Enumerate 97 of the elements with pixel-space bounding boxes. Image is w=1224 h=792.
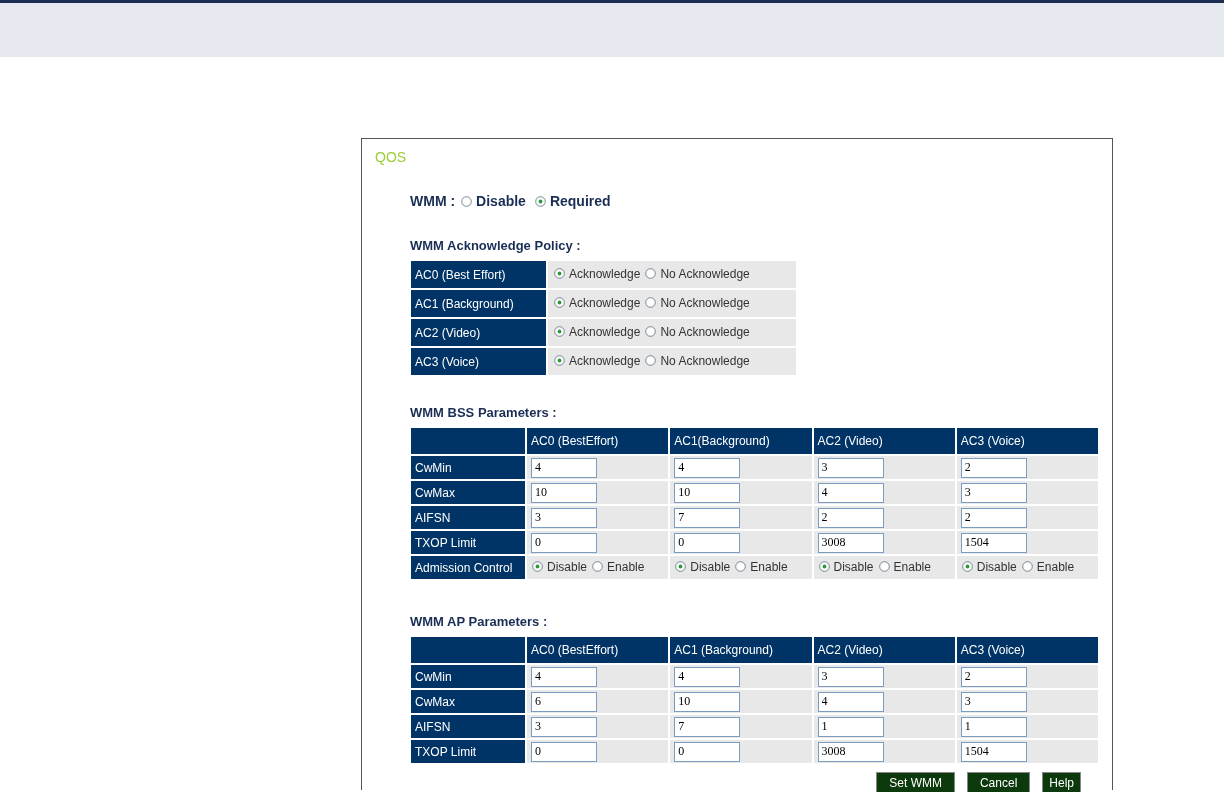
- radio-button[interactable]: [534, 195, 546, 207]
- radio-button[interactable]: [554, 355, 565, 367]
- input-field[interactable]: 0: [531, 741, 597, 762]
- column-header: AC2 (Video): [813, 637, 955, 663]
- option-label: Acknowledge: [569, 266, 641, 281]
- input-field[interactable]: 4: [817, 482, 884, 503]
- radio-button[interactable]: [735, 561, 747, 573]
- input-field[interactable]: 3: [960, 482, 1027, 503]
- input-field[interactable]: 10: [531, 482, 597, 503]
- input-field[interactable]: 6: [531, 691, 597, 712]
- input-field[interactable]: 1: [817, 716, 884, 737]
- input-field[interactable]: 7: [674, 507, 741, 528]
- option-label: Disable: [547, 559, 588, 574]
- input-field[interactable]: 7: [674, 716, 741, 737]
- row-label: AC3 (Voice): [411, 348, 546, 375]
- row-label: TXOP Limit: [411, 740, 525, 763]
- radio-button[interactable]: [645, 297, 657, 309]
- radio-button[interactable]: [1021, 561, 1033, 573]
- option-label: Acknowledge: [569, 324, 641, 339]
- input-field[interactable]: 10: [674, 482, 741, 503]
- input-field[interactable]: 2: [960, 666, 1027, 687]
- row-label: CwMin: [411, 456, 525, 479]
- form-button[interactable]: Help: [1042, 772, 1081, 792]
- radio-button[interactable]: [554, 268, 565, 280]
- input-field[interactable]: 1: [960, 716, 1027, 737]
- input-field[interactable]: 3008: [817, 532, 884, 553]
- form-button[interactable]: Cancel: [966, 772, 1031, 792]
- section-heading: WMM Acknowledge Policy :: [410, 238, 582, 253]
- wmm-label: WMM :: [410, 193, 456, 209]
- column-header: AC0 (BestEffort): [527, 637, 669, 663]
- input-field[interactable]: 4: [674, 666, 741, 687]
- input-field[interactable]: 3: [531, 716, 597, 737]
- radio-button[interactable]: [554, 297, 565, 309]
- row-label: TXOP Limit: [411, 531, 525, 554]
- radio-button[interactable]: [645, 268, 657, 280]
- radio-button[interactable]: [461, 195, 473, 207]
- section-heading: WMM BSS Parameters :: [410, 405, 558, 420]
- option-label: No Acknowledge: [660, 295, 750, 310]
- input-field[interactable]: 2: [817, 507, 884, 528]
- option-label: Enable: [893, 559, 931, 574]
- radio-button[interactable]: [961, 561, 973, 573]
- input-field[interactable]: 4: [674, 457, 741, 478]
- column-header: AC1(Background): [670, 428, 812, 454]
- section-heading: WMM AP Parameters :: [410, 614, 549, 629]
- option-label: Enable: [1036, 559, 1075, 574]
- input-field[interactable]: 3: [817, 457, 884, 478]
- input-field[interactable]: 0: [531, 532, 597, 553]
- column-header: AC2 (Video): [813, 428, 955, 454]
- row-label: AIFSN: [411, 506, 525, 529]
- page-title: QOS: [374, 148, 408, 165]
- radio-button[interactable]: [532, 561, 543, 573]
- radio-button[interactable]: [645, 326, 657, 338]
- row-label: CwMin: [411, 665, 525, 688]
- input-field[interactable]: 0: [674, 741, 741, 762]
- row-label: AC2 (Video): [411, 319, 546, 346]
- option-label: Acknowledge: [569, 353, 641, 368]
- input-field[interactable]: 3: [817, 666, 884, 687]
- row-label: CwMax: [411, 481, 525, 504]
- option-label: Enable: [607, 559, 645, 574]
- input-field[interactable]: 0: [674, 532, 741, 553]
- input-field[interactable]: 10: [674, 691, 741, 712]
- radio-button[interactable]: [592, 561, 604, 573]
- column-header: AC3 (Voice): [956, 428, 1098, 454]
- radio-button[interactable]: [818, 561, 830, 573]
- input-field[interactable]: 3: [960, 691, 1027, 712]
- radio-button[interactable]: [645, 355, 657, 367]
- row-label: AC1 (Background): [411, 290, 546, 317]
- row-label: AC0 (Best Effort): [411, 261, 546, 288]
- option-label: Required: [549, 193, 611, 209]
- column-header: AC1 (Background): [670, 637, 812, 663]
- option-label: No Acknowledge: [660, 324, 750, 339]
- column-header: AC3 (Voice): [956, 637, 1098, 663]
- option-label: Disable: [833, 559, 874, 574]
- option-label: Enable: [750, 559, 788, 574]
- radio-button[interactable]: [878, 561, 890, 573]
- input-field[interactable]: 2: [960, 507, 1027, 528]
- option-label: No Acknowledge: [660, 266, 750, 281]
- input-field[interactable]: 1504: [960, 741, 1027, 762]
- row-label: Admission Control: [411, 556, 525, 579]
- input-field[interactable]: 1504: [960, 532, 1027, 553]
- radio-button[interactable]: [554, 326, 565, 338]
- option-label: Disable: [476, 193, 526, 209]
- input-field[interactable]: 3: [531, 507, 597, 528]
- row-label: AIFSN: [411, 715, 525, 738]
- input-field[interactable]: 4: [531, 666, 597, 687]
- option-label: Acknowledge: [569, 295, 641, 310]
- input-field[interactable]: 4: [531, 457, 597, 478]
- option-label: Disable: [976, 559, 1017, 574]
- input-field[interactable]: 3008: [817, 741, 884, 762]
- input-field[interactable]: 4: [817, 691, 884, 712]
- radio-button[interactable]: [675, 561, 687, 573]
- option-label: Disable: [690, 559, 731, 574]
- row-label: CwMax: [411, 690, 525, 713]
- form-button[interactable]: Set WMM: [876, 772, 955, 792]
- input-field[interactable]: 2: [960, 457, 1027, 478]
- column-header: AC0 (BestEffort): [527, 428, 669, 454]
- option-label: No Acknowledge: [660, 353, 750, 368]
